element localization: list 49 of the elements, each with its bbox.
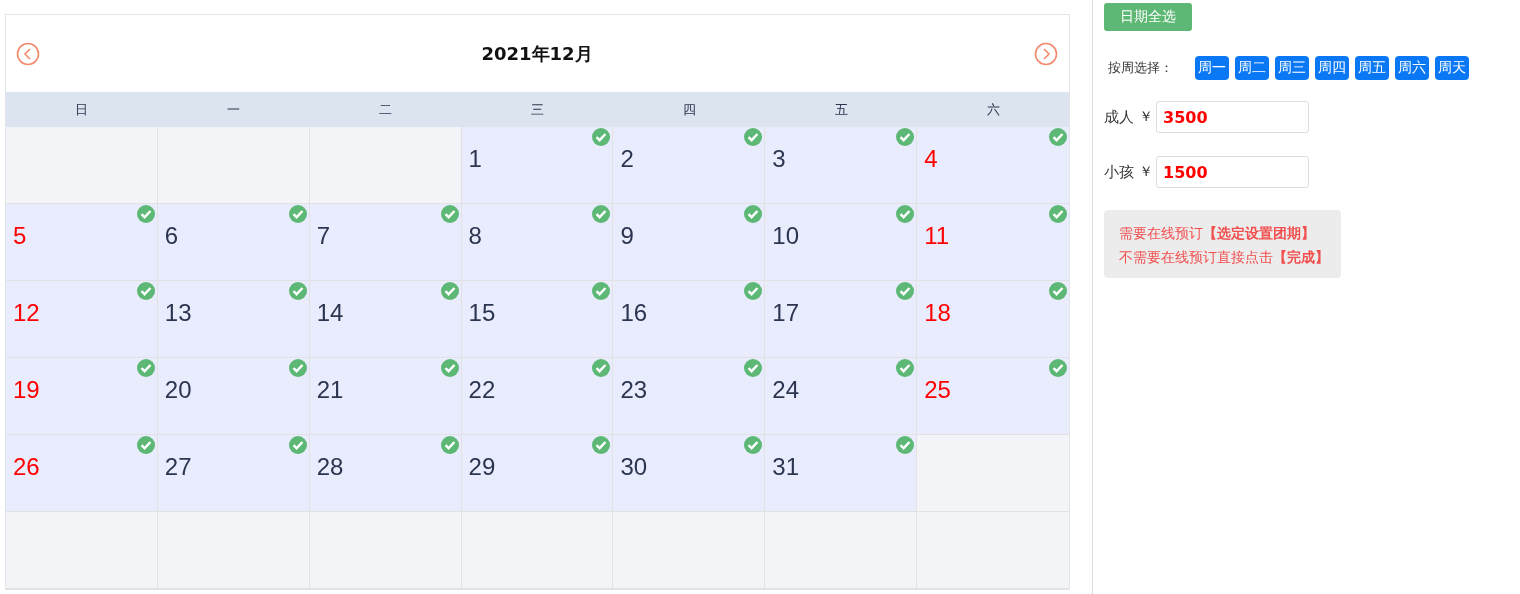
calendar-day[interactable]: 2	[613, 127, 766, 204]
weekday-button[interactable]: 周五	[1355, 56, 1389, 80]
calendar-day[interactable]: 7	[309, 204, 462, 281]
notice-text: 不需要在线预订直接点击【完成】	[1119, 248, 1329, 267]
weekday-header: 四	[682, 100, 696, 119]
month-title: 2021年12月	[481, 41, 593, 66]
calendar-day[interactable]: 10	[765, 204, 918, 281]
calendar-day[interactable]: 27	[157, 435, 310, 512]
notice-text: 需要在线预订【选定设置团期】	[1119, 224, 1315, 243]
calendar-day[interactable]: 17	[765, 281, 918, 358]
calendar-day[interactable]: 1	[461, 127, 614, 204]
weekday-header: 日	[75, 100, 89, 119]
calendar-day[interactable]: 22	[461, 358, 614, 435]
weekday-header: 五	[834, 100, 848, 119]
calendar-day[interactable]: 8	[461, 204, 614, 281]
calendar-day[interactable]: 20	[157, 358, 310, 435]
calendar-day[interactable]: 24	[765, 358, 918, 435]
weekday-button[interactable]: 周二	[1235, 56, 1269, 80]
currency-sign: ￥	[1139, 163, 1153, 181]
currency-sign: ￥	[1139, 108, 1153, 126]
weekday-button[interactable]: 周一	[1195, 56, 1229, 80]
next-month-icon[interactable]	[1034, 41, 1058, 66]
weekday-header: 二	[379, 100, 393, 119]
weekday-button[interactable]: 周四	[1315, 56, 1349, 80]
calendar-day[interactable]: 29	[461, 435, 614, 512]
calendar-day[interactable]: 28	[309, 435, 462, 512]
weekday-header: 三	[531, 100, 544, 119]
calendar-day[interactable]: 16	[613, 281, 766, 358]
price-label: 小孩	[1104, 162, 1134, 182]
price-input[interactable]: 3500	[1156, 101, 1309, 133]
week-select-label: 按周选择：	[1108, 59, 1173, 77]
calendar-day[interactable]: 6	[157, 204, 310, 281]
calendar-day[interactable]: 23	[613, 358, 766, 435]
calendar-day[interactable]: 3	[765, 127, 918, 204]
calendar-day[interactable]: 21	[309, 358, 462, 435]
calendar-day[interactable]: 13	[157, 281, 310, 358]
price-label: 成人	[1104, 107, 1134, 127]
calendar-day[interactable]: 9	[613, 204, 766, 281]
weekday-header: 六	[986, 100, 1000, 119]
weekday-button[interactable]: 周三	[1275, 56, 1309, 80]
weekday-button[interactable]: 周六	[1395, 56, 1429, 80]
calendar-day[interactable]: 15	[461, 281, 614, 358]
calendar-day[interactable]: 14	[309, 281, 462, 358]
price-input[interactable]: 1500	[1156, 156, 1309, 188]
previous-month-icon[interactable]	[16, 41, 40, 66]
calendar-day[interactable]: 30	[613, 435, 766, 512]
weekday-button[interactable]: 周天	[1435, 56, 1469, 80]
weekday-header: 一	[227, 100, 241, 119]
calendar-day[interactable]: 31	[765, 435, 918, 512]
